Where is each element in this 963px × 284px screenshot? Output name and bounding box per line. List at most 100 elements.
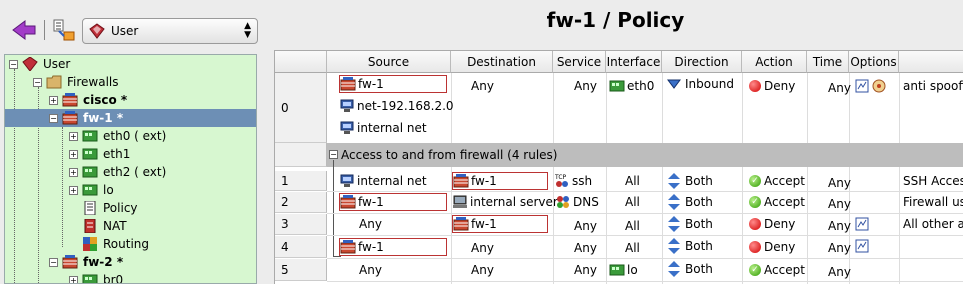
tree-item-fw-1[interactable]: − fw-1 * <box>5 109 256 127</box>
tree-item-eth2[interactable]: + eth2 ( ext) <box>5 163 256 181</box>
expand-icon[interactable]: + <box>69 167 78 177</box>
column-header-comment[interactable] <box>899 51 963 73</box>
rule-options[interactable] <box>855 237 869 255</box>
column-header-interface[interactable]: Interface <box>606 51 662 73</box>
row-number[interactable]: 5 <box>275 259 327 281</box>
rule-action[interactable]: ✓ Accept <box>749 261 805 279</box>
rule-interface[interactable]: All <box>625 217 640 235</box>
rule-direction[interactable]: Both <box>667 215 713 233</box>
rule-service[interactable]: DNS <box>555 193 599 211</box>
expand-icon[interactable]: + <box>69 185 78 195</box>
rule-interface[interactable]: lo <box>609 261 638 279</box>
rule-direction[interactable]: Both <box>667 237 713 255</box>
rule-destination[interactable]: internal server <box>452 193 558 211</box>
rule-direction[interactable]: Both <box>667 172 713 190</box>
row-number[interactable]: 0 <box>275 73 327 143</box>
rule-direction[interactable]: Both <box>667 193 713 211</box>
rule-action[interactable]: ✓ Accept <box>749 172 805 190</box>
source-object[interactable]: fw-1 <box>339 75 447 93</box>
collapse-icon[interactable]: − <box>49 257 58 267</box>
expand-icon[interactable]: + <box>69 149 78 159</box>
column-header-source[interactable]: Source <box>327 51 451 73</box>
rule-group-header[interactable]: Access to and from firewall (4 rules) <box>327 143 963 167</box>
rule-service[interactable]: TCP ssh <box>555 172 592 190</box>
row-number[interactable]: 1 <box>275 171 327 191</box>
rule-time[interactable]: Any <box>828 174 851 192</box>
tree-item-fw-2[interactable]: − fw-2 * <box>5 253 256 271</box>
tree-item-nat[interactable]: NAT <box>5 217 256 235</box>
destination-object[interactable]: fw-1 <box>452 215 548 233</box>
rule-destination[interactable]: fw-1 <box>452 172 548 190</box>
rule-time[interactable]: Any <box>828 79 851 97</box>
back-button[interactable] <box>8 18 40 42</box>
rule-action[interactable]: Deny <box>749 215 795 233</box>
column-header-service[interactable]: Service <box>553 51 606 73</box>
rule-source[interactable]: fw-1 <box>339 238 447 256</box>
source-object[interactable]: internal net <box>339 119 427 137</box>
row-number[interactable]: 4 <box>275 236 327 258</box>
expand-icon[interactable]: + <box>69 275 78 283</box>
destination-object[interactable]: fw-1 <box>452 172 548 190</box>
rule-comment[interactable]: anti spoofin <box>903 77 963 95</box>
rule-interface[interactable]: All <box>625 239 640 257</box>
library-select[interactable]: User ▲ ▼ <box>82 18 258 44</box>
rule-action[interactable]: ✓ Accept <box>749 193 805 211</box>
column-header-direction[interactable]: Direction <box>662 51 742 73</box>
rule-source[interactable]: internal net <box>339 172 427 190</box>
source-object[interactable]: internal net <box>339 172 427 190</box>
destination-object[interactable]: internal server <box>452 193 558 211</box>
rule-service[interactable]: Any <box>574 217 597 235</box>
rule-service[interactable]: Any <box>574 239 597 257</box>
rule-options[interactable] <box>855 77 887 95</box>
tree-item-eth0[interactable]: + eth0 ( ext) <box>5 127 256 145</box>
rule-options[interactable] <box>855 215 869 233</box>
rule-time[interactable]: Any <box>828 239 851 257</box>
rule-destination[interactable]: Any <box>471 77 494 95</box>
column-header-destination[interactable]: Destination <box>451 51 553 73</box>
rule-comment[interactable]: Firewall use <box>903 193 963 211</box>
collapse-group-icon[interactable]: − <box>329 150 338 159</box>
rule-source[interactable]: Any <box>359 261 382 279</box>
rule-comment[interactable]: All other att <box>903 215 963 233</box>
tree-item-br0[interactable]: + br0 <box>5 271 256 283</box>
rule-interface[interactable]: All <box>625 193 640 211</box>
source-object[interactable]: fw-1 <box>339 193 447 211</box>
rule-destination[interactable]: Any <box>471 239 494 257</box>
rule-source[interactable]: Any <box>359 215 382 233</box>
rule-time[interactable]: Any <box>828 217 851 235</box>
expand-icon[interactable]: + <box>69 131 78 141</box>
expand-icon[interactable]: + <box>49 95 58 105</box>
collapse-icon[interactable]: − <box>9 59 18 69</box>
rule-service[interactable]: Any <box>574 77 597 95</box>
rule-destination[interactable]: Any <box>471 261 494 279</box>
column-header-time[interactable]: Time <box>807 51 849 73</box>
rule-direction[interactable]: Inbound <box>667 75 734 93</box>
rule-service[interactable]: Any <box>574 261 597 279</box>
column-header-action[interactable]: Action <box>742 51 807 73</box>
tree-item-firewalls[interactable]: − Firewalls <box>5 73 256 91</box>
collapse-icon[interactable]: − <box>49 113 58 123</box>
column-header-options[interactable]: Options <box>849 51 899 73</box>
source-object[interactable]: fw-1 <box>339 238 447 256</box>
tree-item-cisco[interactable]: + cisco * <box>5 91 256 109</box>
source-object[interactable]: net-192.168.2.0 <box>339 97 454 115</box>
rule-comment[interactable]: SSH Acces <box>903 172 963 190</box>
tree-item-policy[interactable]: Policy <box>5 199 256 217</box>
rule-action[interactable]: Deny <box>749 238 795 256</box>
tree-item-user[interactable]: − User <box>5 55 256 73</box>
rule-time[interactable]: Any <box>828 263 851 281</box>
rule-interface[interactable]: All <box>625 172 640 190</box>
rule-direction[interactable]: Both <box>667 260 713 278</box>
rule-source[interactable]: fw-1 <box>339 193 447 211</box>
rule-action[interactable]: Deny <box>749 77 795 95</box>
tree-item-eth1[interactable]: + eth1 <box>5 145 256 163</box>
row-number[interactable]: 3 <box>275 214 327 235</box>
tree-item-lo[interactable]: + lo <box>5 181 256 199</box>
tree-view-button[interactable] <box>50 16 78 44</box>
row-number[interactable]: 2 <box>275 192 327 213</box>
rule-destination[interactable]: fw-1 <box>452 215 548 233</box>
rule-time[interactable]: Any <box>828 195 851 213</box>
tree-item-routing[interactable]: Routing <box>5 235 256 253</box>
rule-interface[interactable]: eth0 <box>609 77 654 95</box>
rule-source[interactable]: fw-1 net-192.168.2.0 internal net <box>339 75 454 137</box>
